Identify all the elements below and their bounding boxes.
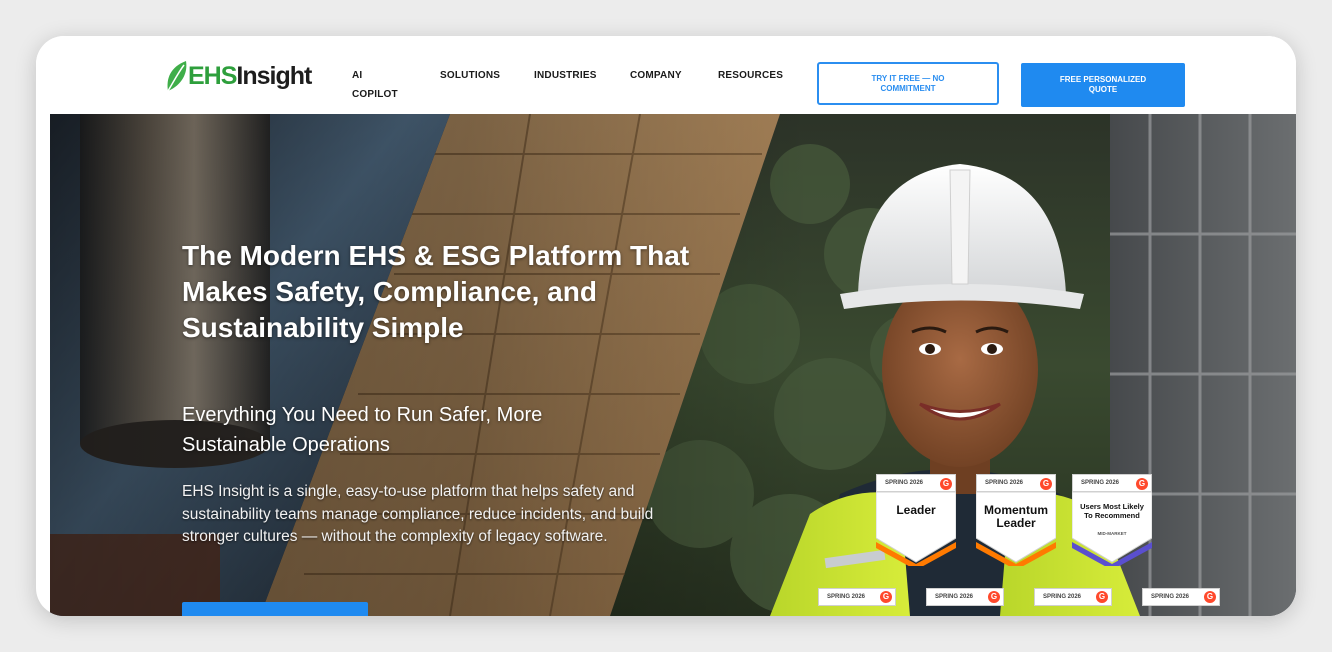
nav-resources[interactable]: RESOURCES xyxy=(718,66,783,85)
hero-cta-button[interactable] xyxy=(182,602,368,616)
g2-logo-icon: G xyxy=(1040,478,1052,490)
g2-badge-leader: SPRING 2026 G Leader xyxy=(876,474,956,566)
g2-logo-icon: G xyxy=(1204,591,1216,603)
ehs-insight-logo[interactable]: EHSInsight xyxy=(164,56,312,96)
g2-logo-icon: G xyxy=(1136,478,1148,490)
badge-segment: MID-MARKET xyxy=(1097,531,1127,536)
leaf-icon xyxy=(167,61,187,92)
badge-title: Momentum Leader xyxy=(984,503,1048,530)
g2-badge-users-recommend: SPRING 2026 G Users Most Likely To Recomm… xyxy=(1072,474,1152,566)
badge-title: Leader xyxy=(896,503,936,517)
nav-ai-copilot[interactable]: AI COPILOT xyxy=(352,66,398,104)
free-quote-button[interactable]: FREE PERSONALIZED QUOTE xyxy=(1021,63,1185,107)
badge-season: SPRING 2026 G xyxy=(976,474,1056,492)
hero-body-text: EHS Insight is a single, easy-to-use pla… xyxy=(182,483,654,545)
logo-ehs-text: EHS xyxy=(188,61,237,90)
badge-title: Users Most Likely To Recommend xyxy=(1080,502,1144,520)
nav-solutions[interactable]: SOLUTIONS xyxy=(440,66,500,85)
g2-logo-icon: G xyxy=(940,478,952,490)
logo-wordmark: EHSInsight xyxy=(188,61,312,91)
browser-frame: EHSInsight AI COPILOT SOLUTIONS INDUSTRI… xyxy=(36,36,1296,616)
badge-season: SPRING 2026 G xyxy=(1072,474,1152,492)
g2-badge-partial: SPRING 2026 G xyxy=(818,588,896,606)
g2-logo-icon: G xyxy=(1096,591,1108,603)
g2-badge-partial: SPRING 2026 G xyxy=(926,588,1004,606)
hero-subheadline: Everything You Need to Run Safer, More S… xyxy=(182,404,543,456)
try-free-button[interactable]: TRY IT FREE — NO COMMITMENT xyxy=(817,62,999,105)
nav-company[interactable]: COMPANY xyxy=(630,66,682,85)
hero-headline: The Modern EHS & ESG Platform That Makes… xyxy=(182,240,690,343)
g2-logo-icon: G xyxy=(880,591,892,603)
logo-insight-text: Insight xyxy=(236,61,312,90)
nav-industries[interactable]: INDUSTRIES xyxy=(534,66,597,85)
g2-badge-partial: SPRING 2026 G xyxy=(1142,588,1220,606)
g2-badge-partial: SPRING 2026 G xyxy=(1034,588,1112,606)
g2-badge-momentum-leader: SPRING 2026 G Momentum Leader xyxy=(976,474,1056,566)
site-header: EHSInsight AI COPILOT SOLUTIONS INDUSTRI… xyxy=(36,36,1296,114)
hero-section: The Modern EHS & ESG Platform That Makes… xyxy=(50,114,1296,616)
badge-season: SPRING 2026 G xyxy=(876,474,956,492)
g2-logo-icon: G xyxy=(988,591,1000,603)
